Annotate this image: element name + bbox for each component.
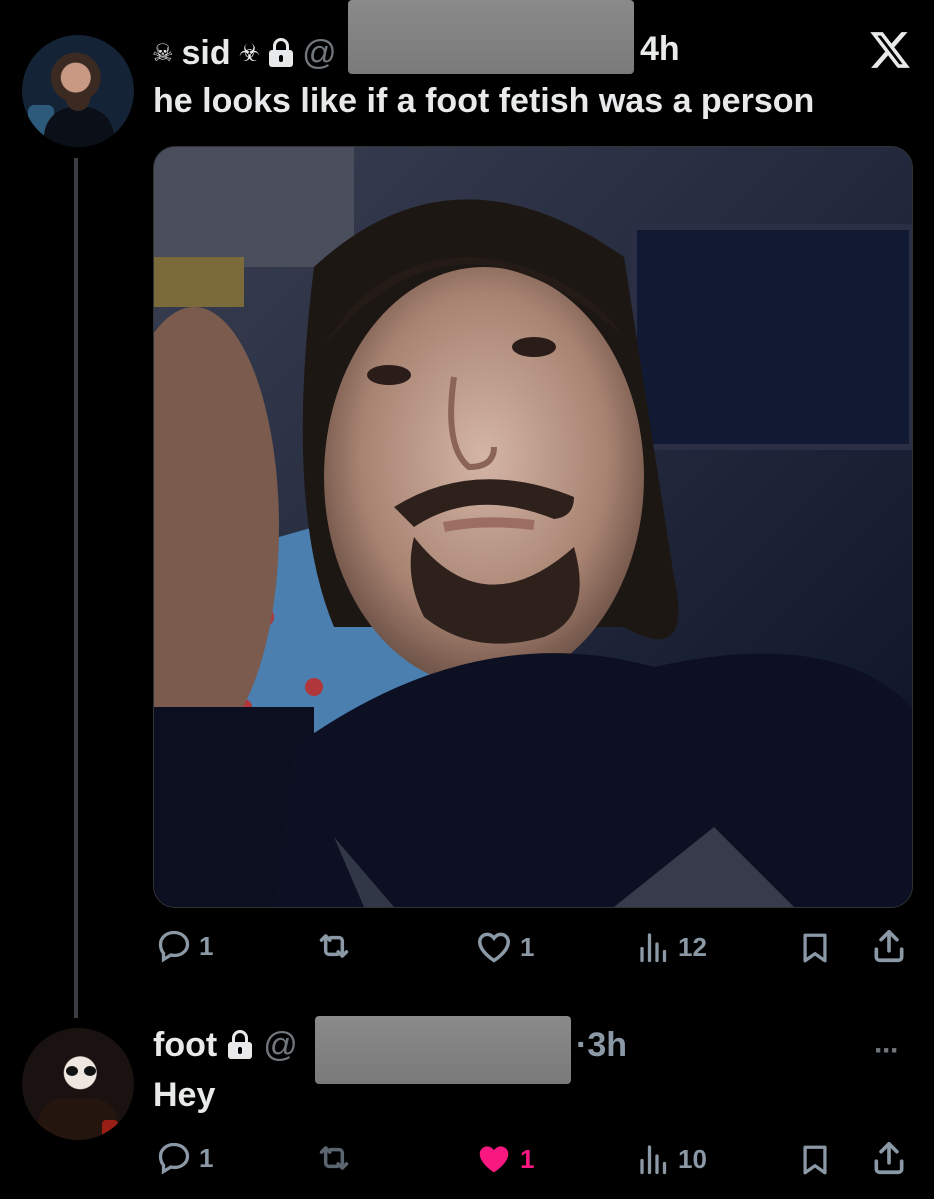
avatar-eye (84, 1066, 96, 1076)
tweet1-timestamp[interactable]: 4h (640, 30, 680, 69)
tweet2-timestamp[interactable]: ·3h (576, 1026, 627, 1065)
tweet2-like-count: 1 (520, 1143, 535, 1174)
thread-line (74, 158, 78, 1018)
tweet1-reply-button[interactable]: 1 (155, 928, 213, 964)
tweet1-bookmark-button[interactable] (798, 928, 832, 968)
tweet1-views-button[interactable]: 12 (636, 928, 707, 966)
share-icon (874, 1141, 904, 1175)
tweet1-like-button[interactable]: 1 (474, 928, 534, 966)
tweet1-text: he looks like if a foot fetish was a per… (153, 82, 815, 120)
views-icon (640, 933, 667, 963)
heart-icon (479, 1146, 509, 1173)
avatar-shirt (44, 107, 114, 147)
tweet1-reply-count: 1 (199, 930, 214, 961)
tweet2-share-button[interactable] (870, 1138, 908, 1178)
lock-icon (268, 38, 294, 68)
skull-glyph: ☠ (152, 39, 174, 67)
biohazard-glyph: ☣ (238, 39, 261, 67)
handle-redaction (315, 1016, 571, 1084)
tweet1-author-row: ☠ sid ☣ @ (152, 30, 337, 76)
retweet-icon (319, 934, 349, 958)
bookmark-icon (803, 933, 827, 963)
tweet1-share-button[interactable] (870, 926, 908, 966)
avatar-red-detail (102, 1120, 118, 1140)
tweet2-views-button[interactable]: 10 (636, 1140, 707, 1178)
tweet2-retweet-button[interactable] (312, 1138, 356, 1178)
lock-icon (227, 1030, 253, 1060)
avatar-sid[interactable] (22, 35, 134, 147)
avatar-eye (66, 1066, 78, 1076)
tweet2-author-row: foot @ (153, 1022, 298, 1068)
avatar-foot[interactable] (22, 1028, 134, 1140)
tweet2-bookmark-button[interactable] (798, 1140, 832, 1180)
tweet1-like-count: 1 (520, 931, 535, 962)
tweet1-view-count: 12 (678, 931, 707, 962)
tweet1-photo[interactable] (153, 146, 913, 908)
tweet2-handle[interactable]: @ (263, 1026, 298, 1065)
x-logo-icon[interactable] (868, 28, 912, 72)
photo-illustration (154, 147, 912, 907)
views-icon (640, 1145, 667, 1175)
tweet2-reply-button[interactable]: 1 (155, 1140, 213, 1176)
tweet1-handle[interactable]: @ (302, 34, 337, 73)
bookmark-icon (803, 1145, 827, 1175)
heart-icon (478, 932, 510, 963)
tweet1-display-name[interactable]: sid (182, 34, 231, 73)
tweet1-retweet-button[interactable] (312, 926, 356, 966)
tweet2-reply-count: 1 (199, 1142, 214, 1173)
reply-icon (158, 1142, 190, 1175)
handle-redaction (348, 0, 634, 74)
tweet2-like-button[interactable]: 1 (474, 1140, 534, 1178)
reply-icon (158, 930, 190, 963)
share-icon (874, 929, 904, 963)
tweet2-display-name[interactable]: foot (153, 1026, 217, 1065)
more-options-icon[interactable]: ··· (874, 1034, 900, 1068)
retweet-icon (319, 1146, 349, 1170)
tweet2-view-count: 10 (678, 1143, 707, 1174)
tweet2-text: Hey (153, 1076, 216, 1114)
